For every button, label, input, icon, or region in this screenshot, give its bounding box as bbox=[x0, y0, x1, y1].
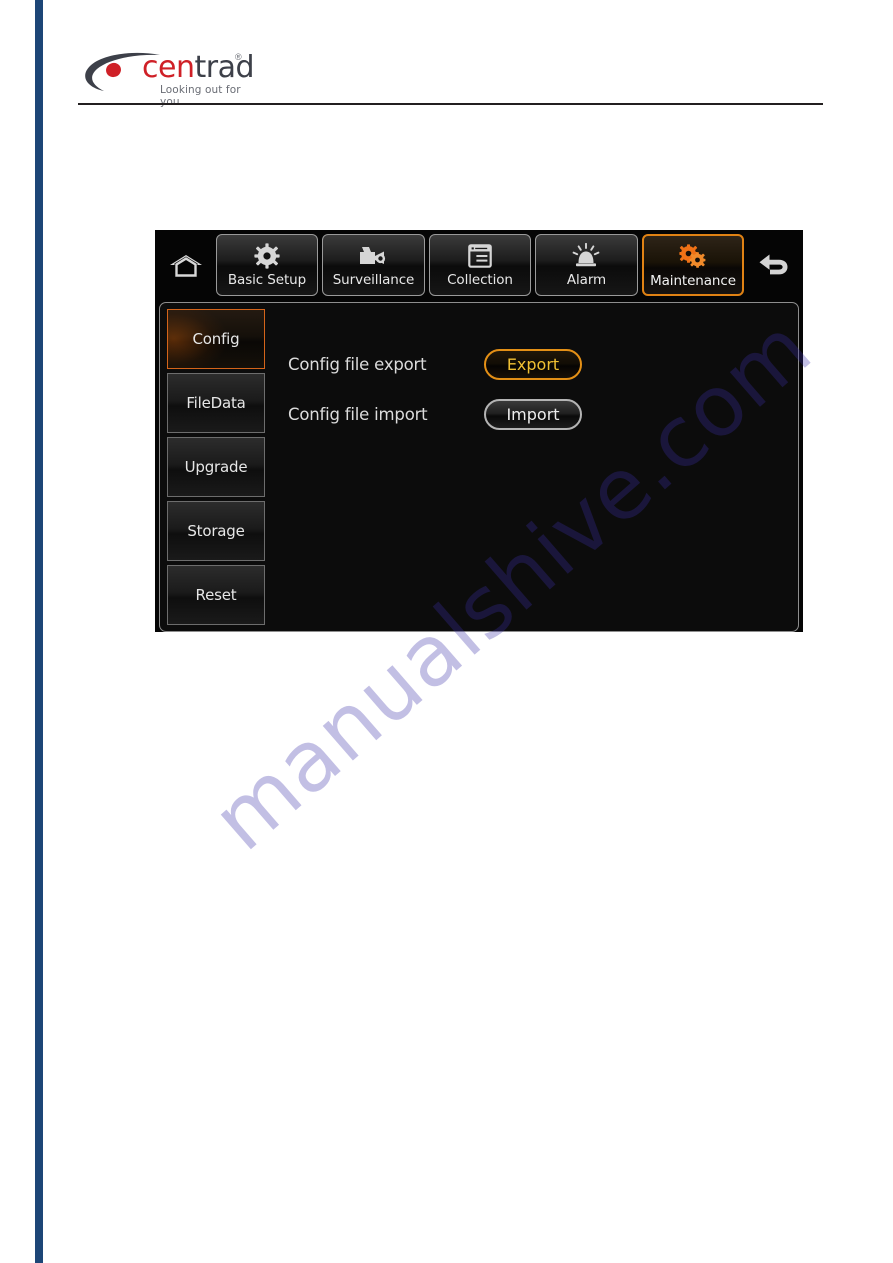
content-area: Config file export Export Config file im… bbox=[264, 303, 798, 631]
config-export-row: Config file export Export bbox=[288, 339, 798, 389]
gear-icon bbox=[254, 241, 280, 271]
device-screen-panel: Basic Setup Surveillance Collection Alar… bbox=[155, 230, 803, 632]
back-arrow-icon bbox=[759, 254, 788, 275]
logo-word-trad: trad bbox=[194, 50, 254, 85]
tab-label: Surveillance bbox=[332, 272, 415, 288]
tab-alarm[interactable]: Alarm bbox=[535, 234, 638, 296]
centrad-logo: centrad ® Looking out for you bbox=[78, 48, 254, 108]
top-toolbar: Basic Setup Surveillance Collection Alar… bbox=[159, 234, 799, 301]
side-item-config[interactable]: Config bbox=[167, 309, 265, 369]
window-icon bbox=[468, 241, 492, 271]
tab-label: Alarm bbox=[566, 272, 607, 288]
tab-label: Maintenance bbox=[650, 273, 736, 289]
siren-icon bbox=[572, 241, 600, 271]
side-item-reset[interactable]: Reset bbox=[167, 565, 265, 625]
home-button[interactable] bbox=[161, 234, 212, 296]
side-item-storage[interactable]: Storage bbox=[167, 501, 265, 561]
side-menu: Config FileData Upgrade Storage Reset bbox=[160, 303, 265, 631]
tab-basic-setup[interactable]: Basic Setup bbox=[215, 234, 319, 296]
tab-maintenance[interactable]: Maintenance bbox=[641, 234, 745, 296]
logo-registered-mark: ® bbox=[235, 52, 242, 62]
side-item-upgrade[interactable]: Upgrade bbox=[167, 437, 265, 497]
page-header: centrad ® Looking out for you bbox=[78, 48, 823, 108]
side-item-label: Upgrade bbox=[184, 458, 248, 476]
side-item-label: Storage bbox=[187, 522, 245, 540]
export-button[interactable]: Export bbox=[484, 348, 582, 380]
side-item-label: FileData bbox=[186, 394, 246, 412]
tab-label: Collection bbox=[447, 272, 513, 288]
tab-collection[interactable]: Collection bbox=[428, 234, 532, 296]
home-icon bbox=[170, 255, 203, 277]
back-button[interactable] bbox=[748, 234, 799, 296]
import-button[interactable]: Import bbox=[484, 398, 582, 430]
side-item-label: Config bbox=[192, 330, 240, 348]
tab-surveillance[interactable]: Surveillance bbox=[322, 234, 425, 296]
camera-icon bbox=[358, 241, 388, 271]
side-item-label: Reset bbox=[195, 586, 237, 604]
logo-word-cen: cen bbox=[142, 50, 195, 85]
gears-icon bbox=[678, 242, 708, 272]
tab-label: Basic Setup bbox=[227, 272, 307, 288]
config-export-label: Config file export bbox=[288, 354, 427, 374]
config-import-label: Config file import bbox=[288, 404, 428, 424]
page-accent-bar bbox=[35, 0, 43, 1263]
config-import-row: Config file import Import bbox=[288, 389, 798, 439]
header-divider bbox=[78, 103, 823, 105]
panel-body: Config FileData Upgrade Storage Reset Co… bbox=[159, 302, 799, 632]
side-item-filedata[interactable]: FileData bbox=[167, 373, 265, 433]
